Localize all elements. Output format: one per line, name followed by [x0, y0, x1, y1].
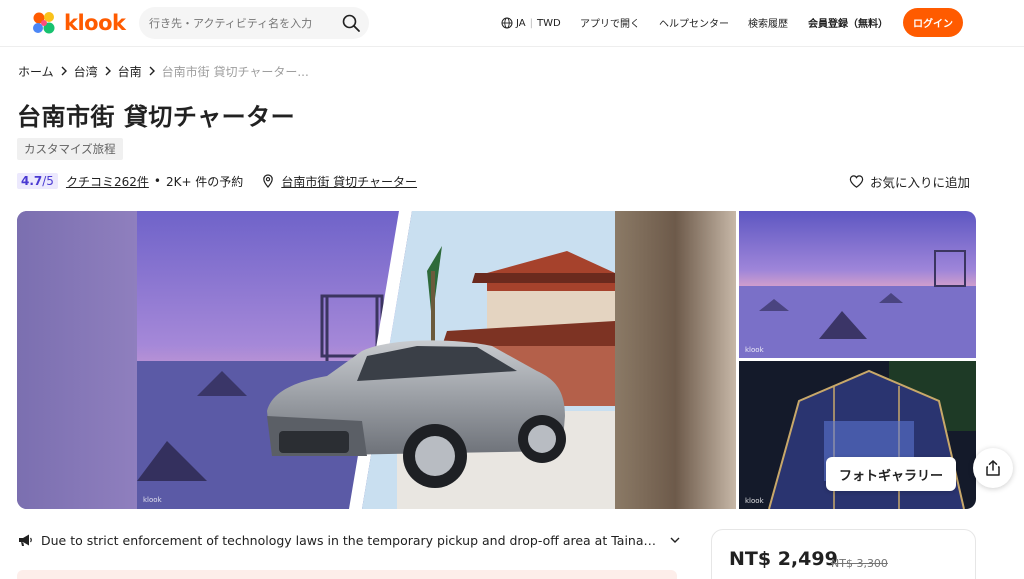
rating-badge: 4.7/5	[17, 173, 58, 189]
price-card: NT$ 2,499 NT$ 3,300	[711, 529, 976, 579]
globe-icon	[501, 17, 513, 29]
wishlist-button[interactable]: お気に入りに追加	[849, 171, 970, 191]
breadcrumb-taiwan[interactable]: 台湾	[74, 63, 98, 80]
rating-row: 4.7/5 クチコミ262件 • 2K+ 件の予約 台南市街 貸切チャーター	[17, 171, 417, 191]
nav-open-app[interactable]: アプリで開く	[580, 15, 640, 30]
location-link[interactable]: 台南市街 貸切チャーター	[281, 173, 417, 190]
chevron-right-icon	[149, 66, 155, 76]
logo-text: klook	[64, 11, 126, 35]
klook-logo[interactable]: klook	[30, 8, 126, 38]
notice-text: Due to strict enforcement of technology …	[41, 532, 661, 548]
chevron-down-icon[interactable]	[669, 534, 681, 546]
promo-strip	[17, 570, 677, 579]
language-label: JA	[516, 17, 526, 29]
share-icon	[986, 460, 1000, 476]
location-pin-icon	[263, 174, 274, 188]
watermark: klook	[745, 346, 765, 354]
gallery-thumb-salt-field[interactable]: klook	[739, 211, 976, 358]
language-currency-selector[interactable]: JA | TWD	[501, 15, 561, 31]
separator: |	[529, 17, 533, 29]
notice-banner[interactable]: Due to strict enforcement of technology …	[17, 530, 682, 550]
photo-gallery-button[interactable]: フォトギャラリー	[826, 457, 957, 491]
current-price: NT$ 2,499	[729, 548, 838, 570]
search-icon[interactable]	[341, 13, 361, 33]
megaphone-icon	[19, 534, 32, 546]
original-price: NT$ 3,300	[831, 557, 888, 570]
car-and-tainan-collage-image: klook	[17, 211, 736, 509]
klook-logo-icon	[33, 12, 55, 34]
login-button[interactable]: ログイン	[903, 8, 963, 37]
share-button[interactable]	[973, 448, 1013, 488]
gallery-main-image[interactable]: klook	[17, 211, 736, 509]
watermark: klook	[143, 496, 163, 504]
nav-search-history[interactable]: 検索履歴	[748, 15, 788, 30]
breadcrumb-tainan[interactable]: 台南	[118, 63, 142, 80]
nav-signup[interactable]: 会員登録（無料）	[808, 15, 888, 30]
top-header: klook JA | TWD アプリで開く ヘルプセンター 検索履歴 会員登録（…	[0, 0, 1024, 47]
watermark: klook	[745, 497, 765, 505]
salt-field-sunset-image: klook	[739, 211, 976, 358]
rating-value: 4.7	[21, 174, 43, 188]
reviews-link[interactable]: クチコミ262件	[66, 173, 149, 190]
currency-label: TWD	[537, 17, 561, 29]
bullet-separator: •	[153, 174, 161, 188]
chevron-right-icon	[105, 66, 111, 76]
breadcrumb: ホーム 台湾 台南 台南市街 貸切チャーター...	[18, 62, 309, 80]
chevron-right-icon	[61, 66, 67, 76]
nav-help-center[interactable]: ヘルプセンター	[659, 15, 729, 30]
search-input[interactable]	[149, 7, 339, 39]
page-title: 台南市街 貸切チャーター	[17, 103, 296, 131]
breadcrumb-current: 台南市街 貸切チャーター...	[161, 64, 309, 79]
bookings-count: 2K+ 件の予約	[165, 174, 244, 189]
category-tag: カスタマイズ旅程	[17, 138, 123, 160]
heart-icon	[849, 174, 864, 188]
search-bar[interactable]	[139, 7, 369, 39]
breadcrumb-home[interactable]: ホーム	[18, 63, 54, 80]
rating-suffix: /5	[42, 174, 54, 188]
wishlist-label: お気に入りに追加	[870, 174, 971, 190]
